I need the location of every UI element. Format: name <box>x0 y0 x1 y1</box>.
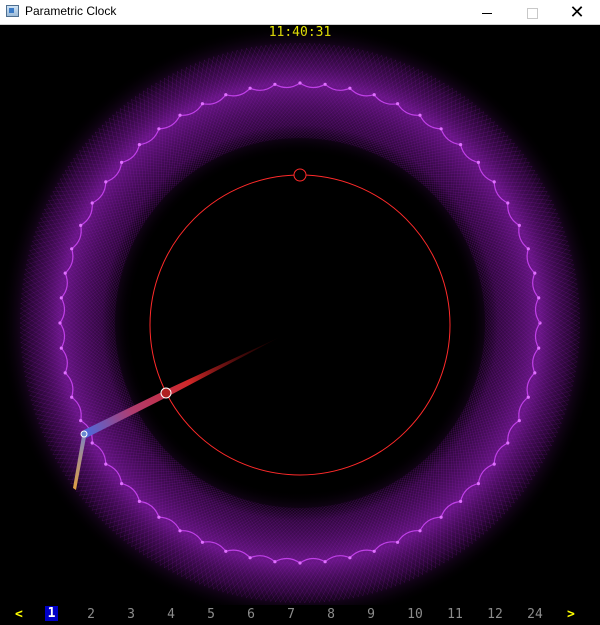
minimize-icon <box>482 12 492 14</box>
option-11[interactable]: 11 <box>445 607 465 622</box>
close-icon: ✕ <box>569 2 585 22</box>
hand-tip-marker <box>80 430 88 438</box>
prev-button[interactable]: < <box>15 607 23 622</box>
next-button[interactable]: > <box>567 607 575 622</box>
option-7[interactable]: 7 <box>281 607 301 622</box>
parametric-plot <box>0 25 600 605</box>
circle-marker-top <box>293 168 307 182</box>
maximize-button[interactable] <box>509 0 555 24</box>
option-4[interactable]: 4 <box>161 607 181 622</box>
option-6[interactable]: 6 <box>241 607 261 622</box>
close-button[interactable]: ✕ <box>554 0 600 24</box>
window-title: Parametric Clock <box>25 4 117 18</box>
option-bar: < 1 2 3 4 5 6 7 8 9 10 11 12 24 > <box>0 604 600 625</box>
option-8[interactable]: 8 <box>321 607 341 622</box>
maximize-icon <box>526 7 538 19</box>
option-2[interactable]: 2 <box>81 607 101 622</box>
option-12[interactable]: 12 <box>485 607 505 622</box>
app-icon <box>6 5 19 17</box>
option-1[interactable]: 1 <box>45 606 58 621</box>
option-9[interactable]: 9 <box>361 607 381 622</box>
option-5[interactable]: 5 <box>201 607 221 622</box>
option-24[interactable]: 24 <box>525 607 545 622</box>
minimize-button[interactable] <box>464 0 510 24</box>
circle-marker-hand <box>160 387 172 399</box>
option-10[interactable]: 10 <box>405 607 425 622</box>
title-bar: Parametric Clock ✕ <box>0 0 600 25</box>
option-3[interactable]: 3 <box>121 607 141 622</box>
